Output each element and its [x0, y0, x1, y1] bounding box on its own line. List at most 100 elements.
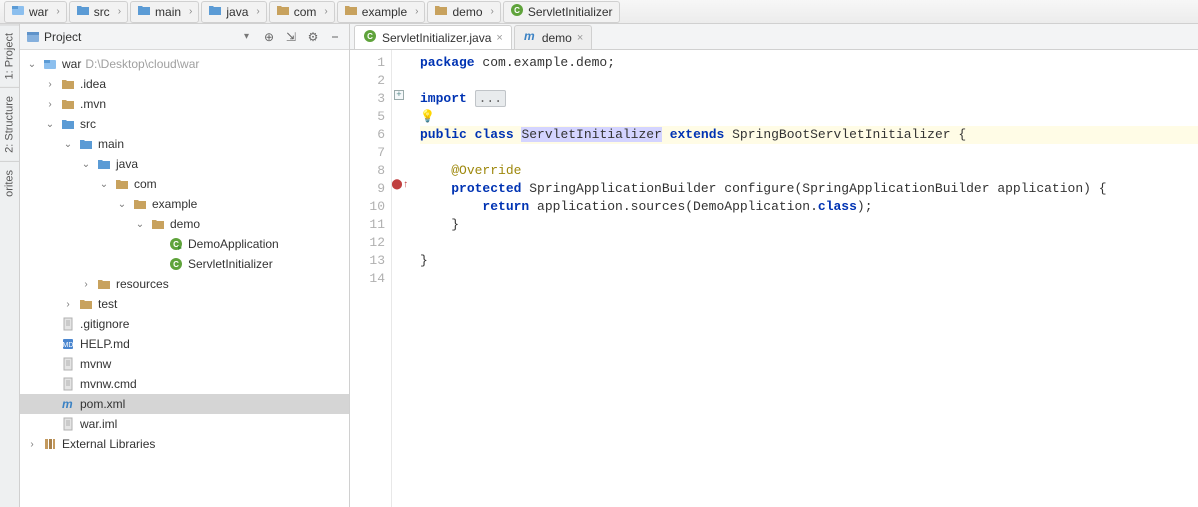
tree-twisty-icon[interactable]: ⌄: [44, 119, 56, 130]
code-line[interactable]: import ...: [420, 90, 1198, 108]
intention-bulb-icon[interactable]: 💡: [420, 110, 435, 124]
module-icon: [42, 56, 58, 72]
code-line[interactable]: [420, 270, 1198, 288]
breadcrumb-item[interactable]: java›: [201, 1, 266, 23]
svg-text:MD: MD: [63, 342, 74, 349]
collapse-all-icon[interactable]: ⇲: [283, 29, 299, 45]
tree-row[interactable]: CDemoApplication: [20, 234, 349, 254]
breadcrumb-label: ServletInitializer: [528, 5, 613, 19]
expand-fold-icon[interactable]: +: [394, 90, 404, 100]
module-icon: [11, 3, 25, 20]
tree-label: HELP.md: [80, 337, 130, 351]
locate-icon[interactable]: ⊕: [261, 29, 277, 45]
file-icon: [60, 356, 76, 372]
folder-blue-icon: [60, 116, 76, 132]
editor-tab[interactable]: mdemo×: [514, 25, 592, 49]
tree-row[interactable]: ⌄main: [20, 134, 349, 154]
tree-twisty-icon[interactable]: ›: [26, 439, 38, 450]
breadcrumb-item[interactable]: war›: [4, 1, 67, 23]
tree-twisty-icon[interactable]: ⌄: [134, 219, 146, 230]
tree-row[interactable]: mpom.xml: [20, 394, 349, 414]
tree-twisty-icon[interactable]: ›: [62, 299, 74, 310]
breadcrumb-item[interactable]: main›: [130, 1, 199, 23]
tree-twisty-icon[interactable]: ›: [44, 99, 56, 110]
tree-label: mvnw.cmd: [80, 377, 137, 391]
tree-twisty-icon[interactable]: ⌄: [116, 199, 128, 210]
tree-row[interactable]: ⌄src: [20, 114, 349, 134]
icon-gutter: + ⬤↑: [392, 50, 408, 507]
chevron-right-icon: ›: [256, 6, 259, 17]
tree-row[interactable]: ›resources: [20, 274, 349, 294]
tree-label: .mvn: [80, 97, 106, 111]
chevron-right-icon: ›: [189, 6, 192, 17]
folder-icon: [60, 96, 76, 112]
tool-window-tab[interactable]: orites: [0, 161, 19, 205]
tree-row[interactable]: CServletInitializer: [20, 254, 349, 274]
code-line[interactable]: [420, 234, 1198, 252]
editor-tab[interactable]: CServletInitializer.java×: [354, 25, 512, 49]
editor-tab-label: demo: [542, 31, 572, 45]
line-number: 12: [350, 234, 385, 252]
override-icon[interactable]: ⬤↑: [391, 179, 408, 191]
file-icon: [60, 376, 76, 392]
tool-window-tab[interactable]: 2: Structure: [0, 87, 19, 161]
tree-label: war: [62, 57, 81, 71]
file-icon: [60, 416, 76, 432]
tree-row[interactable]: ›test: [20, 294, 349, 314]
code-line[interactable]: }: [420, 216, 1198, 234]
breadcrumb-item[interactable]: com›: [269, 1, 335, 23]
tree-twisty-icon[interactable]: ›: [44, 79, 56, 90]
code-line[interactable]: return application.sources(DemoApplicati…: [420, 198, 1198, 216]
tree-label: demo: [170, 217, 200, 231]
tree-label: war.iml: [80, 417, 117, 431]
tree-twisty-icon[interactable]: ⌄: [80, 159, 92, 170]
tree-row[interactable]: ⌄java: [20, 154, 349, 174]
code-area[interactable]: package com.example.demo; import ... 💡 publ…: [408, 50, 1198, 507]
code-line[interactable]: public class ServletInitializer extends …: [420, 126, 1198, 144]
tree-row[interactable]: › .mvn: [20, 94, 349, 114]
tree-row[interactable]: ›External Libraries: [20, 434, 349, 454]
line-number-gutter: 123567891011121314: [350, 50, 392, 507]
folded-region[interactable]: ...: [475, 90, 506, 107]
code-line[interactable]: package com.example.demo;: [420, 54, 1198, 72]
close-icon[interactable]: ×: [496, 32, 502, 44]
code-line[interactable]: [420, 144, 1198, 162]
tree-row[interactable]: .gitignore: [20, 314, 349, 334]
breadcrumb-item[interactable]: example›: [337, 1, 426, 23]
tree-twisty-icon[interactable]: ⌄: [26, 59, 38, 70]
tree-row[interactable]: ⌄ com: [20, 174, 349, 194]
chevron-down-icon[interactable]: ▾: [244, 31, 249, 42]
tree-row[interactable]: mvnw: [20, 354, 349, 374]
tree-row[interactable]: ⌄war D:\Desktop\cloud\war: [20, 54, 349, 74]
editor-body[interactable]: 123567891011121314 +⬤↑ package com.examp…: [350, 50, 1198, 507]
code-line[interactable]: @Override: [420, 162, 1198, 180]
folder-blue-icon: [78, 136, 94, 152]
gear-icon[interactable]: ⚙: [305, 29, 321, 45]
line-number: 1: [350, 54, 385, 72]
tree-row[interactable]: ⌄ demo: [20, 214, 349, 234]
breadcrumb-item[interactable]: CServletInitializer: [503, 1, 620, 23]
code-line[interactable]: protected SpringApplicationBuilder confi…: [420, 180, 1198, 198]
tree-twisty-icon[interactable]: ⌄: [62, 139, 74, 150]
breadcrumb-item[interactable]: demo›: [427, 1, 500, 23]
code-line[interactable]: 💡: [420, 108, 1198, 126]
tree-row[interactable]: ›.idea: [20, 74, 349, 94]
close-icon[interactable]: ×: [577, 32, 583, 44]
project-view-selector[interactable]: Project: [26, 30, 81, 44]
tree-row[interactable]: MD HELP.md: [20, 334, 349, 354]
folder-icon: [132, 196, 148, 212]
tree-row[interactable]: ⌄example: [20, 194, 349, 214]
tree-row[interactable]: war.iml: [20, 414, 349, 434]
tree-row[interactable]: mvnw.cmd: [20, 374, 349, 394]
project-tree[interactable]: ⌄war D:\Desktop\cloud\war›.idea›.mvn⌄src…: [20, 50, 349, 507]
tool-window-tab[interactable]: 1: Project: [0, 24, 19, 87]
code-line[interactable]: [420, 72, 1198, 90]
class-icon: C: [363, 29, 377, 46]
tree-label: com: [134, 177, 157, 191]
tree-twisty-icon[interactable]: ⌄: [98, 179, 110, 190]
breadcrumb-item[interactable]: src›: [69, 1, 128, 23]
tree-twisty-icon[interactable]: ›: [80, 279, 92, 290]
class-run-icon: C: [168, 236, 184, 252]
code-line[interactable]: }: [420, 252, 1198, 270]
hide-panel-icon[interactable]: ⎯: [327, 29, 343, 45]
